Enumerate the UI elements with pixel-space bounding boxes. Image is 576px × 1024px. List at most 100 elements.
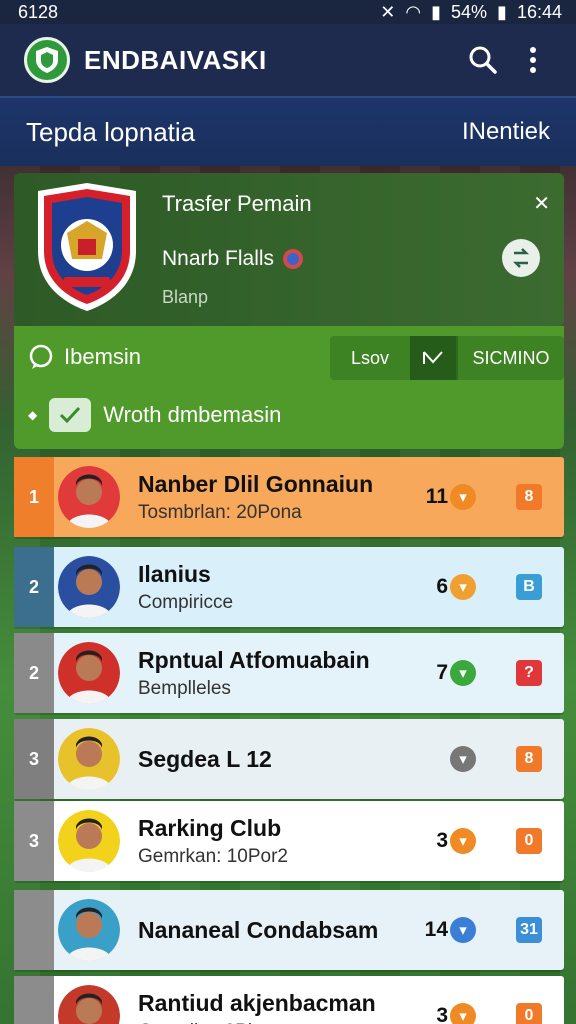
- player-score-value: 6: [436, 575, 448, 598]
- transfer-card[interactable]: Trasfer Pemain Nnarb Flalls Blanp ✕: [14, 173, 564, 326]
- score-chevron-icon: ▾: [450, 746, 476, 772]
- player-badge[interactable]: ?: [516, 660, 542, 686]
- segment-trend[interactable]: [410, 336, 456, 380]
- player-rank: 3: [14, 801, 54, 881]
- player-avatar: [58, 556, 120, 618]
- filter-option-label: Ibemsin: [64, 344, 142, 369]
- filter-option[interactable]: Ibemsin: [28, 344, 141, 370]
- swap-button[interactable]: [502, 239, 540, 277]
- player-name: Segdea L 12: [138, 745, 272, 772]
- player-info: Nananeal Condabsam: [138, 917, 400, 944]
- player-score-value: 11: [425, 485, 448, 508]
- player-row[interactable]: 3 Segdea L 12 ▾ 8: [14, 719, 564, 799]
- signal-icon: ▮: [431, 1, 442, 22]
- player-info: Segdea L 12: [138, 746, 400, 773]
- battery-percent: 54%: [451, 1, 488, 22]
- player-score-value: 7: [436, 661, 448, 684]
- player-rank: 2: [14, 547, 54, 627]
- status-bar: 6128 ✕ ◠ ▮ 54% ▮ 16:44: [0, 0, 576, 24]
- player-score: 3 ▾: [400, 1003, 476, 1024]
- watch-checkbox[interactable]: [49, 398, 92, 432]
- shield-logo-icon[interactable]: [24, 37, 70, 83]
- player-row[interactable]: Rantiud akjenbacmanGemplian 3Pl3▾0: [14, 976, 564, 1024]
- player-score: 14 ▾: [400, 917, 476, 943]
- player-score-value: 3: [436, 1004, 448, 1024]
- player-score: 6 ▾: [400, 574, 476, 600]
- transfer-title: Trasfer Pemain: [162, 191, 312, 216]
- search-button[interactable]: [458, 35, 508, 85]
- player-avatar: [58, 985, 120, 1024]
- app-bar: ENDBAIVASKI: [0, 24, 576, 96]
- score-chevron-icon: ▾: [450, 484, 476, 510]
- score-chevron-icon: ▾: [450, 574, 476, 600]
- player-detail: Gemplian 3Pl: [138, 1021, 400, 1024]
- filter-panel: Ibemsin Lsov SICMINO ◆ Wroth dmbemasin: [14, 326, 564, 449]
- player-info: Rarking Club Gemrkan: 10Por2: [138, 815, 400, 868]
- player-avatar: [58, 466, 120, 528]
- player-info: Rantiud akjenbacman Gemplian 3Pl: [138, 990, 400, 1024]
- more-menu-button[interactable]: [508, 35, 558, 85]
- player-name: Ilanius: [138, 560, 211, 587]
- player-avatar: [58, 642, 120, 704]
- player-detail: Bemplleles: [138, 677, 231, 699]
- score-chevron-icon: ▾: [450, 1003, 476, 1024]
- mute-icon: ✕: [380, 1, 396, 22]
- player-score-value: 14: [424, 918, 448, 941]
- player-row[interactable]: Nananeal Condabsam 14 ▾ 31: [14, 890, 564, 970]
- player-row[interactable]: 1 Nanber Dlil Gonnaiun Tosmbrlan: 20Pona 11…: [14, 457, 564, 537]
- section-link[interactable]: INentiek: [462, 118, 550, 146]
- close-icon[interactable]: ✕: [533, 191, 550, 216]
- watch-option[interactable]: ◆ Wroth dmbemasin: [28, 398, 281, 432]
- player-avatar: [58, 810, 120, 872]
- player-rank: 2: [14, 633, 54, 713]
- wifi-icon: ◠: [405, 1, 422, 22]
- section-header: Tepda lopnatia INentiek: [0, 96, 576, 166]
- player-row[interactable]: 2 Rpntual Atfomuabain Bemplleles 7 ▾?: [14, 633, 564, 713]
- player-row[interactable]: 2 Ilanius Compiricce 6 ▾ B: [14, 547, 564, 627]
- check-icon: [60, 406, 81, 424]
- status-clock: 16:44: [516, 1, 562, 22]
- player-row[interactable]: 3 Rarking Club Gemrkan: 10Por2 3 ▾ 0: [14, 801, 564, 881]
- player-rank: [14, 976, 54, 1024]
- segmented-control: Lsov SICMINO: [330, 336, 564, 380]
- player-score: 7 ▾: [400, 660, 476, 686]
- player-name: Rpntual Atfomuabain: [138, 646, 370, 673]
- transfer-subtitle-text: Nnarb Flalls: [162, 247, 275, 270]
- app-title: ENDBAIVASKI: [84, 44, 267, 75]
- player-badge[interactable]: 0: [516, 828, 542, 854]
- player-detail: Compiricce: [138, 591, 234, 613]
- transfer-meta: Blanp: [162, 287, 209, 307]
- player-name: Nananeal Condabsam: [138, 916, 379, 943]
- section-title: Tepda lopnatia: [26, 116, 196, 147]
- score-chevron-icon: ▾: [450, 660, 476, 686]
- more-vert-icon: [530, 47, 536, 73]
- segment-sicmino[interactable]: SICMINO: [456, 336, 564, 380]
- player-info: Nanber Dlil Gonnaiun Tosmbrlan: 20Pona: [138, 471, 400, 524]
- player-score-value: 3: [436, 829, 448, 852]
- player-badge[interactable]: 31: [516, 917, 542, 943]
- diamond-icon: ◆: [28, 408, 38, 422]
- score-chevron-icon: ▾: [450, 828, 476, 854]
- player-badge[interactable]: 8: [516, 484, 542, 510]
- chat-icon: [29, 344, 53, 369]
- player-rank: [14, 890, 54, 970]
- swap-icon: [512, 248, 530, 268]
- trend-icon: [423, 351, 443, 364]
- search-icon: [469, 46, 497, 74]
- club-crest-icon: [38, 183, 136, 311]
- player-score: ▾: [400, 746, 476, 772]
- player-badge[interactable]: B: [516, 574, 542, 600]
- player-badge[interactable]: 8: [516, 746, 542, 772]
- segment-lsov[interactable]: Lsov: [330, 336, 410, 380]
- player-avatar: [58, 728, 120, 790]
- player-detail: Tosmbrlan: 20Pona: [138, 501, 302, 523]
- player-info: Ilanius Compiricce: [138, 561, 400, 614]
- player-rank: 3: [14, 719, 54, 799]
- small-crest-icon: [283, 249, 304, 269]
- status-time: 6128: [18, 1, 59, 22]
- player-rank: 1: [14, 457, 54, 537]
- status-indicators: ✕ ◠ ▮ 54% ▮ 16:44: [380, 2, 562, 23]
- player-score: 11 ▾: [400, 484, 476, 510]
- score-chevron-icon: ▾: [450, 917, 476, 943]
- player-badge[interactable]: 0: [516, 1003, 542, 1024]
